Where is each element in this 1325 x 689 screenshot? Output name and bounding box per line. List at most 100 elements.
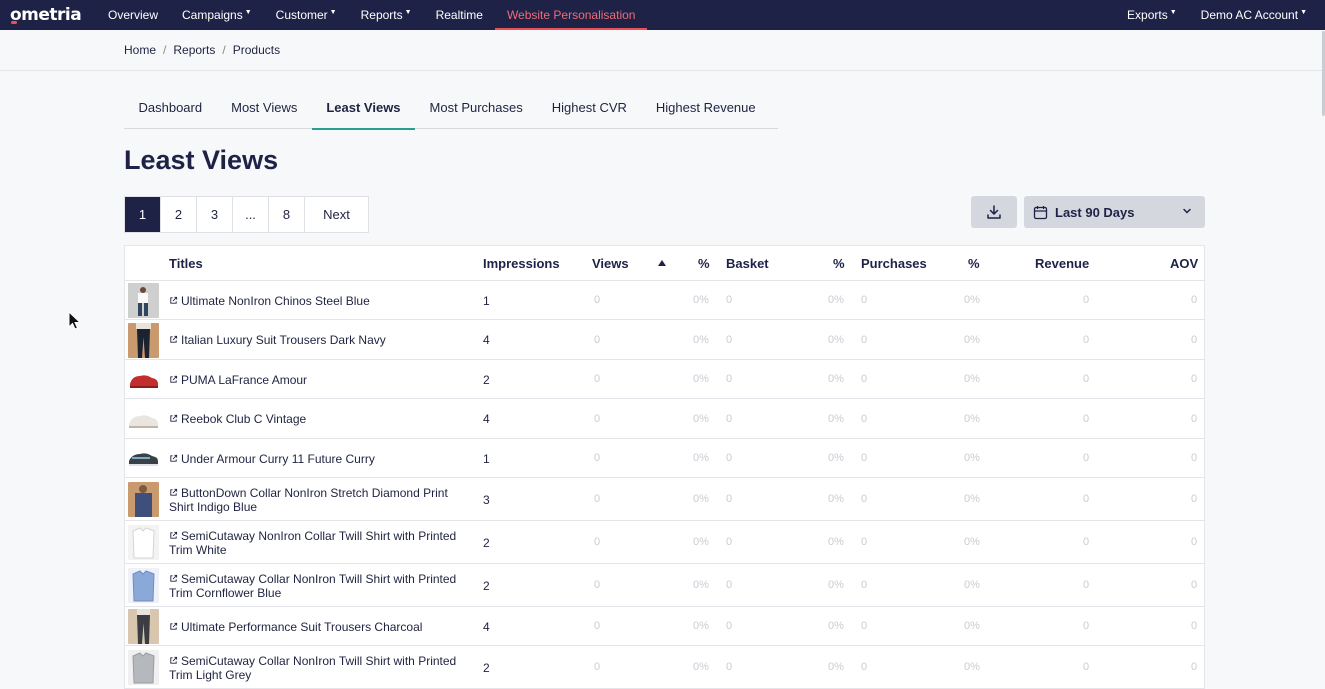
product-thumbnail	[128, 401, 159, 437]
nav-item-overview[interactable]: Overview	[96, 0, 170, 30]
col-views-pct[interactable]: %	[698, 256, 710, 271]
col-views[interactable]: Views	[592, 256, 629, 271]
pagination-page-3[interactable]: 3	[197, 197, 233, 232]
product-thumbnail	[128, 609, 159, 644]
col-revenue[interactable]: Revenue	[1035, 256, 1089, 271]
purchases-pct-value: 0%	[964, 579, 980, 591]
nav-item-label: Campaigns	[182, 8, 243, 22]
basket-pct-value: 0%	[828, 294, 844, 306]
nav-item-label: Reports	[360, 8, 403, 22]
aov-value: 0	[1191, 536, 1198, 548]
nav-item-customer[interactable]: Customer ▼	[264, 0, 349, 30]
product-title-link[interactable]: SemiCutaway NonIron Collar Twill Shirt w…	[169, 529, 469, 557]
product-title: Reebok Club C Vintage	[181, 412, 307, 426]
nav-item-realtime[interactable]: Realtime	[424, 0, 495, 30]
product-title-link[interactable]: SemiCutaway Collar NonIron Twill Shirt w…	[169, 572, 469, 600]
purchases-pct-value: 0%	[964, 620, 980, 632]
nav-menu: Overview Campaigns ▼ Customer ▼ Reports ▼ Realt…	[96, 0, 647, 30]
tab-most-purchases[interactable]: Most Purchases	[415, 86, 537, 129]
purchases-value: 0	[861, 620, 868, 632]
col-impressions[interactable]: Impressions	[483, 256, 560, 271]
table-row: SemiCutaway Collar NonIron Twill Shirt w…	[125, 564, 1204, 607]
nav-item-label: Realtime	[435, 8, 483, 22]
product-title-link[interactable]: SemiCutaway Collar NonIron Twill Shirt w…	[169, 654, 469, 682]
breadcrumb-bar: Home / Reports / Products	[0, 30, 1325, 71]
col-purchases[interactable]: Purchases	[861, 256, 927, 271]
purchases-pct-value: 0%	[964, 333, 980, 346]
table-row: ButtonDown Collar NonIron Stretch Diamon…	[125, 478, 1204, 521]
pagination-next-button[interactable]: Next	[305, 197, 368, 232]
impressions-value: 4	[483, 412, 490, 426]
pagination-page-1[interactable]: 1	[125, 197, 161, 232]
table-row: Reebok Club C Vintage 4 0 0% 0 0% 0 0% 0 0	[125, 399, 1204, 439]
purchases-value: 0	[861, 661, 868, 673]
basket-pct-value: 0%	[828, 579, 844, 591]
purchases-value: 0	[861, 333, 868, 346]
product-title: Ultimate Performance Suit Trousers Charc…	[181, 619, 423, 634]
tab-dashboard[interactable]: Dashboard	[124, 86, 217, 129]
purchases-value: 0	[861, 294, 868, 306]
aov-value: 0	[1191, 452, 1198, 464]
tab-highest-revenue[interactable]: Highest Revenue	[641, 86, 770, 129]
nav-item-label: Customer	[275, 8, 328, 22]
table-row: SemiCutaway NonIron Collar Twill Shirt w…	[125, 521, 1204, 564]
product-title-link[interactable]: Italian Luxury Suit Trousers Dark Navy	[169, 333, 469, 347]
logo[interactable]: ometria	[10, 5, 96, 25]
revenue-value: 0	[1083, 579, 1090, 591]
pagination-page-2[interactable]: 2	[161, 197, 197, 232]
views-pct-value: 0%	[693, 373, 709, 385]
views-value: 0	[594, 452, 601, 464]
page-title: Least Views	[124, 145, 279, 175]
product-title-link[interactable]: PUMA LaFrance Amour	[169, 373, 469, 387]
nav-item-campaigns[interactable]: Campaigns ▼	[170, 0, 264, 30]
col-basket-pct[interactable]: %	[833, 256, 845, 271]
revenue-value: 0	[1083, 661, 1090, 673]
product-title-link[interactable]: Under Armour Curry 11 Future Curry	[169, 452, 469, 466]
nav-item-website-personalisation[interactable]: Website Personalisation	[494, 0, 648, 30]
aov-value: 0	[1191, 333, 1198, 346]
pagination-page-8[interactable]: 8	[269, 197, 305, 232]
views-value: 0	[594, 661, 601, 673]
views-pct-value: 0%	[693, 620, 709, 632]
tab-least-views[interactable]: Least Views	[311, 86, 416, 130]
product-title-link[interactable]: Ultimate Performance Suit Trousers Charc…	[169, 620, 469, 634]
impressions-value: 4	[483, 619, 490, 634]
product-title-link[interactable]: Reebok Club C Vintage	[169, 412, 469, 426]
basket-value: 0	[726, 333, 733, 346]
impressions-value: 3	[483, 492, 490, 507]
tab-highest-cvr[interactable]: Highest CVR	[537, 86, 641, 129]
purchases-value: 0	[861, 493, 868, 505]
breadcrumb-home[interactable]: Home	[124, 43, 156, 57]
impressions-value: 2	[483, 372, 490, 387]
product-title-link[interactable]: ButtonDown Collar NonIron Stretch Diamon…	[169, 486, 469, 514]
breadcrumb-reports[interactable]: Reports	[173, 43, 215, 57]
aov-value: 0	[1191, 620, 1198, 632]
external-link-icon	[170, 531, 178, 539]
nav-item-reports[interactable]: Reports ▼	[349, 0, 424, 30]
basket-value: 0	[726, 493, 733, 505]
col-basket[interactable]: Basket	[726, 256, 769, 271]
revenue-value: 0	[1083, 620, 1090, 632]
basket-value: 0	[726, 579, 733, 591]
views-value: 0	[594, 333, 601, 346]
impressions-value: 1	[483, 293, 490, 308]
nav-item-exports[interactable]: Exports ▼	[1115, 0, 1189, 30]
sort-ascending-icon[interactable]	[658, 260, 666, 266]
col-aov[interactable]: AOV	[1170, 256, 1198, 271]
report-tabs: Dashboard Most Views Least Views Most Purch…	[124, 86, 778, 130]
revenue-value: 0	[1083, 294, 1090, 306]
top-nav: ometria Overview Campaigns ▼ Customer ▼ Repor…	[0, 0, 1325, 30]
product-title-link[interactable]: Ultimate NonIron Chinos Steel Blue	[169, 294, 469, 308]
nav-item-demo-ac-account[interactable]: Demo AC Account ▼	[1189, 0, 1319, 30]
product-title: Under Armour Curry 11 Future Curry	[181, 451, 375, 466]
breadcrumb-separator: /	[222, 43, 226, 57]
download-button[interactable]	[971, 196, 1017, 228]
col-purchases-pct[interactable]: %	[968, 256, 980, 271]
views-pct-value: 0%	[693, 661, 709, 673]
purchases-value: 0	[861, 412, 868, 425]
date-range-select[interactable]: Last 90 Days	[1024, 196, 1205, 228]
basket-pct-value: 0%	[828, 661, 844, 673]
purchases-value: 0	[861, 452, 868, 464]
table-row: Ultimate Performance Suit Trousers Charc…	[125, 607, 1204, 646]
tab-most-views[interactable]: Most Views	[217, 86, 312, 129]
